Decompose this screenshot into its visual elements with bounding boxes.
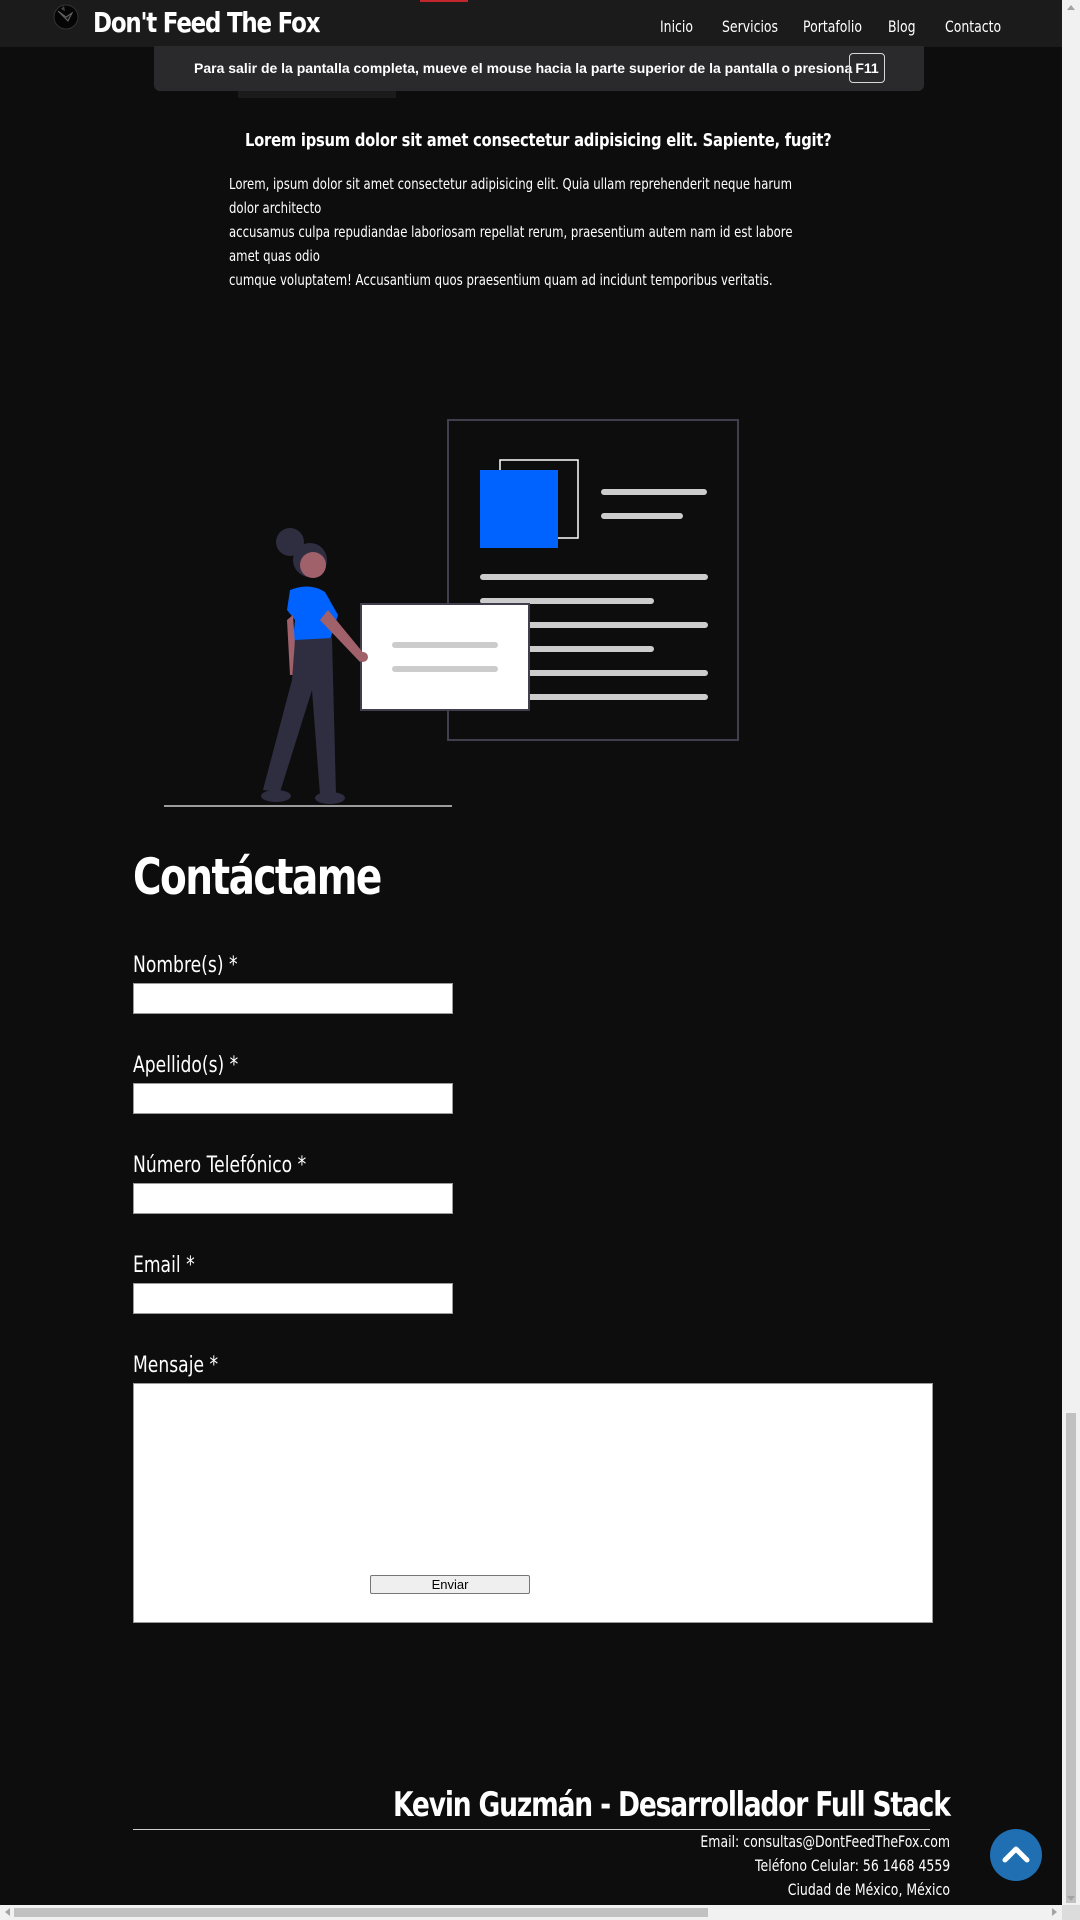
article-title: Lorem ipsum dolor sit amet consectetur a…	[245, 130, 832, 151]
contact-title: Contáctame	[133, 848, 382, 906]
f11-key-badge: F11	[849, 53, 885, 83]
article-line: accusamus culpa repudiandae laboriosam r…	[229, 223, 793, 265]
article-line: Lorem, ipsum dolor sit amet consectetur …	[229, 175, 793, 217]
footer-title: Kevin Guzmán - Desarrollador Full Stack	[393, 1785, 951, 1825]
nav-servicios[interactable]: Servicios	[722, 17, 778, 36]
footer-email[interactable]: Email: consultas@DontFeedTheFox.com	[700, 1832, 950, 1851]
message-textarea[interactable]	[133, 1383, 933, 1623]
scroll-left-arrow-icon[interactable]	[4, 1908, 10, 1916]
footer-location: Ciudad de México, México	[787, 1880, 950, 1899]
nav-contacto[interactable]: Contacto	[945, 17, 1001, 36]
vertical-scrollbar-thumb[interactable]	[1066, 1413, 1076, 1903]
scrollbar-corner	[1062, 1905, 1080, 1920]
fullscreen-notice-text: Para salir de la pantalla completa, muev…	[194, 60, 853, 76]
last-name-label: Apellido(s) *	[133, 1053, 239, 1078]
held-card	[360, 603, 530, 711]
main-nav: Inicio Servicios Portafolio Blog Contact…	[0, 17, 1062, 37]
horizontal-scrollbar-thumb[interactable]	[14, 1908, 708, 1917]
article-body: Lorem, ipsum dolor sit amet consectetur …	[229, 172, 822, 292]
first-name-label: Nombre(s) *	[133, 953, 238, 978]
phone-input[interactable]	[133, 1183, 453, 1214]
document-illustration	[164, 419, 739, 807]
last-name-input[interactable]	[133, 1083, 453, 1114]
footer-divider	[133, 1829, 930, 1830]
chevron-up-icon	[1002, 1846, 1030, 1863]
partial-button-behind-notice	[238, 91, 396, 98]
nav-portafolio[interactable]: Portafolio	[803, 17, 862, 36]
fullscreen-notice: Para salir de la pantalla completa, muev…	[154, 46, 924, 91]
email-input[interactable]	[133, 1283, 453, 1314]
article-line: cumque voluptatem! Accusantium quos prae…	[229, 271, 773, 289]
email-label: Email *	[133, 1253, 195, 1278]
scroll-up-arrow-icon[interactable]	[1067, 4, 1075, 10]
phone-label: Número Telefónico *	[133, 1153, 307, 1178]
top-accent-bar	[420, 0, 468, 2]
scroll-down-arrow-icon[interactable]	[1067, 1896, 1075, 1902]
scroll-right-arrow-icon[interactable]	[1052, 1908, 1058, 1916]
scroll-to-top-button[interactable]	[990, 1829, 1042, 1881]
site-header: Don't Feed The Fox Inicio Servicios Port…	[0, 0, 1062, 47]
message-label: Mensaje *	[133, 1353, 219, 1378]
first-name-input[interactable]	[133, 983, 453, 1014]
send-button[interactable]: Enviar	[370, 1575, 530, 1594]
photo-placeholder	[480, 470, 558, 548]
nav-inicio[interactable]: Inicio	[660, 17, 693, 36]
nav-blog[interactable]: Blog	[888, 17, 916, 36]
footer-phone: Teléfono Celular: 56 1468 4559	[754, 1856, 950, 1875]
